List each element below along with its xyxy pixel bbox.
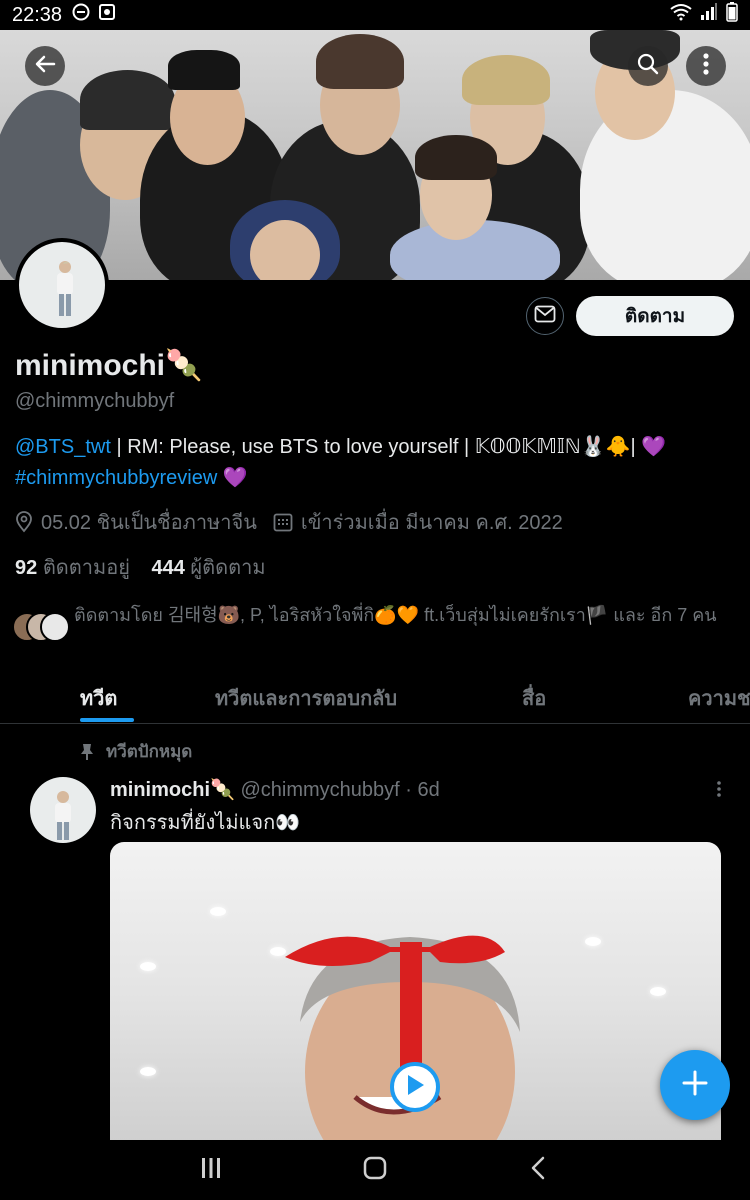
tweet-avatar[interactable] <box>30 777 96 843</box>
ceiling-light <box>650 987 666 996</box>
followed-by-avatars <box>12 612 74 642</box>
home-icon <box>363 1156 387 1180</box>
following-link[interactable]: 92 ติดตามอยู่ <box>15 557 130 579</box>
mini-avatar <box>40 612 70 642</box>
plus-icon <box>681 1069 709 1102</box>
profile-meta: 05.02 ชินเป็นชื่อภาษาจีน เข้าร่วมเมื่อ ม… <box>15 506 563 538</box>
back-arrow-icon <box>34 53 56 80</box>
tweet-avatar-figure <box>55 791 71 840</box>
profile-name-emoji: 🍡 <box>165 349 203 382</box>
recent-apps-button[interactable] <box>200 1156 222 1185</box>
ceiling-light <box>140 1067 156 1076</box>
ceiling-light <box>585 937 601 946</box>
tab-media[interactable]: สื่อ <box>522 682 546 714</box>
tab-tweets-replies[interactable]: ทวีตและการตอบกลับ <box>215 682 397 714</box>
more-button[interactable] <box>686 46 726 86</box>
compose-tweet-button[interactable] <box>660 1050 730 1120</box>
profile-counts: 92 ติดตามอยู่ 444 ผู้ติดตาม <box>15 551 266 583</box>
recent-apps-icon <box>202 1158 220 1178</box>
search-button[interactable] <box>628 46 668 86</box>
calendar-icon <box>273 512 293 532</box>
play-button[interactable] <box>390 1062 440 1112</box>
back-button[interactable] <box>25 46 65 86</box>
tweet-header: minimochi🍡 @chimmychubbyf · 6d <box>110 777 440 802</box>
pinned-label: ทวีตปักหมุด <box>80 738 192 765</box>
followers-label: ผู้ติดตาม <box>190 557 266 579</box>
ceiling-light <box>210 907 226 916</box>
screenshot-icon <box>98 3 116 27</box>
tab-likes[interactable]: ความชอบ <box>688 682 750 714</box>
envelope-icon <box>534 305 556 328</box>
location-icon <box>15 511 33 533</box>
tweet-author-name[interactable]: minimochi🍡 <box>110 779 235 801</box>
profile-name: minimochi🍡 <box>15 348 202 383</box>
active-tab-indicator <box>80 718 134 722</box>
bio-hashtag-link[interactable]: #chimmychubbyreview <box>15 467 217 489</box>
system-back-button[interactable] <box>530 1156 546 1185</box>
do-not-disturb-icon <box>72 3 90 27</box>
home-button[interactable] <box>363 1156 387 1185</box>
profile-banner[interactable] <box>0 30 750 280</box>
profile-name-text: minimochi <box>15 349 166 382</box>
tweet-meta: @chimmychubbyf · 6d <box>240 779 440 801</box>
profile-location: 05.02 ชินเป็นชื่อภาษาจีน <box>41 512 257 534</box>
signal-icon <box>700 3 718 27</box>
play-icon <box>404 1073 426 1102</box>
wifi-icon <box>670 3 692 27</box>
followed-by[interactable]: ติดตามโดย 김태형🐻, P, ไอริสหัวใจพี่กิ🍊🧡 ft.… <box>12 602 737 642</box>
profile-avatar[interactable] <box>15 238 109 332</box>
tab-tweets[interactable]: ทวีต <box>80 682 117 714</box>
profile-handle: @chimmychubbyf <box>15 390 175 412</box>
status-bar: 22:38 <box>0 0 750 30</box>
more-vertical-icon <box>703 52 709 80</box>
followers-count: 444 <box>151 557 185 579</box>
following-count: 92 <box>15 557 38 579</box>
tweet-more-button[interactable] <box>716 780 722 803</box>
more-vertical-icon <box>716 781 722 802</box>
tweet-text: กิจกรรมที่ยังไม่แจก👀 <box>110 812 301 834</box>
chevron-left-icon <box>531 1156 545 1180</box>
message-button[interactable] <box>526 297 564 335</box>
profile-joined: เข้าร่วมเมื่อ มีนาคม ค.ศ. 2022 <box>300 512 563 534</box>
search-icon <box>636 52 660 81</box>
bio-mention-link[interactable]: @BTS_twt <box>15 436 111 458</box>
profile-tabs: ทวีต ทวีตและการตอบกลับ สื่อ ความชอบ <box>0 672 750 724</box>
avatar-figure <box>53 260 77 316</box>
ceiling-light <box>140 962 156 971</box>
profile-bio: @BTS_twt | RM: Please, use BTS to love y… <box>15 432 735 494</box>
bio-text-2: 💜 <box>217 467 248 489</box>
pin-icon <box>80 743 94 761</box>
pinned-text: ทวีตปักหมุด <box>106 742 193 761</box>
following-label: ติดตามอยู่ <box>42 557 130 579</box>
tweet-media[interactable] <box>110 842 721 1142</box>
follow-button[interactable]: ติดตาม <box>576 296 734 336</box>
status-time: 22:38 <box>12 3 63 26</box>
followers-link[interactable]: 444 ผู้ติดตาม <box>151 557 265 579</box>
bio-text-1: | RM: Please, use BTS to love yourself |… <box>110 436 667 458</box>
system-nav-bar <box>0 1140 750 1200</box>
followed-by-text: ติดตามโดย 김태형🐻, P, ไอริสหัวใจพี่กิ🍊🧡 ft.… <box>74 605 717 625</box>
battery-icon <box>726 2 738 28</box>
